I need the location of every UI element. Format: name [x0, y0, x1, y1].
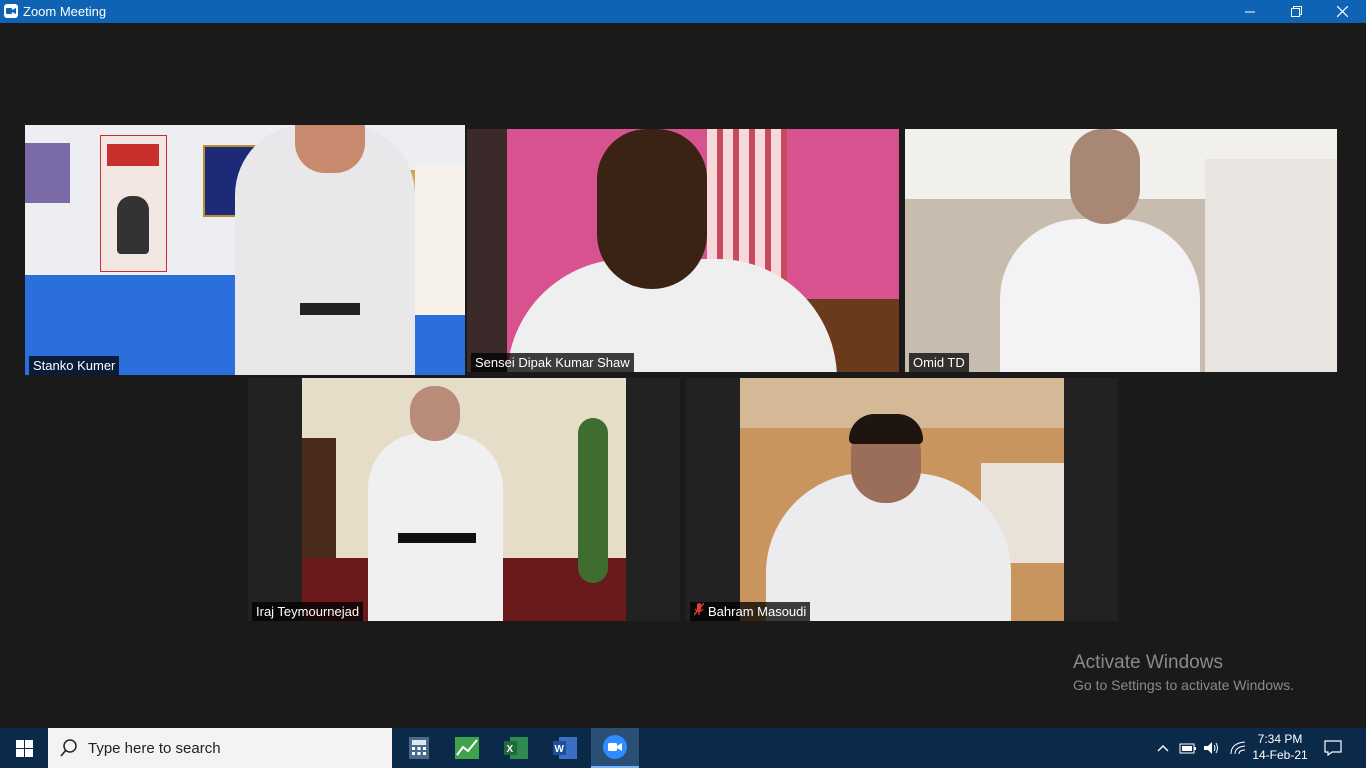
restore-button[interactable]	[1273, 0, 1319, 23]
battery-icon[interactable]	[1176, 728, 1200, 768]
title-bar: Zoom Meeting	[0, 0, 1366, 23]
video-wall	[1205, 159, 1337, 372]
participant-name: Iraj Teymournejad	[256, 604, 360, 619]
zoom-app-icon	[4, 4, 18, 18]
participant-figure	[1000, 219, 1200, 372]
participant-name: Stanko Kumer	[33, 358, 116, 373]
participant-tile-dipak-kumar-shaw[interactable]: Sensei Dipak Kumar Shaw	[467, 129, 899, 372]
minimize-button[interactable]	[1227, 0, 1273, 23]
start-button[interactable]	[0, 728, 48, 768]
video-banner	[100, 135, 167, 272]
participant-name-tag: Stanko Kumer	[29, 356, 120, 375]
zoom-icon[interactable]	[591, 728, 639, 768]
participant-figure	[368, 433, 503, 621]
participant-name-tag: Iraj Teymournejad	[252, 602, 364, 621]
svg-text:X: X	[507, 744, 514, 755]
participant-head	[597, 129, 707, 289]
wifi-icon[interactable]	[1226, 728, 1250, 768]
search-icon	[60, 739, 78, 757]
volume-icon[interactable]	[1200, 728, 1224, 768]
participant-name-tag: Omid TD	[909, 353, 969, 372]
calculator-icon[interactable]	[395, 728, 443, 768]
participant-head	[410, 386, 460, 441]
participant-hair	[849, 414, 923, 444]
participant-tile-iraj-teymournejad[interactable]: Iraj Teymournejad	[248, 378, 680, 621]
search-placeholder: Type here to search	[88, 739, 221, 757]
participant-tile-bahram-masoudi[interactable]: Bahram Masoudi	[686, 378, 1118, 621]
taskbar-clock[interactable]: 7:34 PM 14-Feb-21	[1250, 731, 1310, 763]
participant-name: Bahram Masoudi	[708, 604, 807, 619]
participant-belt	[300, 303, 360, 315]
participant-head	[1070, 129, 1140, 224]
video-plant	[578, 418, 608, 583]
participant-head	[295, 125, 365, 173]
participant-belt	[398, 533, 476, 543]
windows-logo-icon	[15, 739, 33, 757]
participant-name-tag: Bahram Masoudi	[690, 602, 811, 621]
taskbar: Type here to search X W 7:34 PM 14-Feb-2…	[0, 728, 1366, 768]
participant-tile-omid-td[interactable]: Omid TD	[905, 129, 1337, 372]
participant-name: Omid TD	[913, 355, 965, 370]
participant-name: Sensei Dipak Kumar Shaw	[475, 355, 630, 370]
window-title: Zoom Meeting	[23, 4, 107, 19]
show-hidden-icons-chevron-icon[interactable]	[1154, 728, 1172, 768]
close-button[interactable]	[1319, 0, 1365, 23]
video-door	[302, 438, 336, 558]
finance-chart-icon[interactable]	[443, 728, 491, 768]
activate-windows-subtitle: Go to Settings to activate Windows.	[1073, 677, 1294, 693]
mic-muted-icon	[693, 602, 705, 621]
taskbar-search-box[interactable]: Type here to search	[48, 728, 392, 768]
activate-windows-title: Activate Windows	[1073, 652, 1223, 673]
participant-tile-stanko-kumer[interactable]: Stanko Kumer	[25, 125, 465, 375]
action-center-icon[interactable]	[1318, 728, 1348, 768]
video-door	[415, 165, 465, 315]
clock-time: 7:34 PM	[1257, 732, 1303, 746]
clock-date: 14-Feb-21	[1252, 748, 1308, 762]
svg-text:W: W	[555, 744, 565, 755]
participant-name-tag: Sensei Dipak Kumar Shaw	[471, 353, 634, 372]
video-window	[25, 143, 70, 203]
excel-icon[interactable]: X	[492, 728, 540, 768]
word-icon[interactable]: W	[541, 728, 589, 768]
video-curtain	[467, 129, 507, 372]
